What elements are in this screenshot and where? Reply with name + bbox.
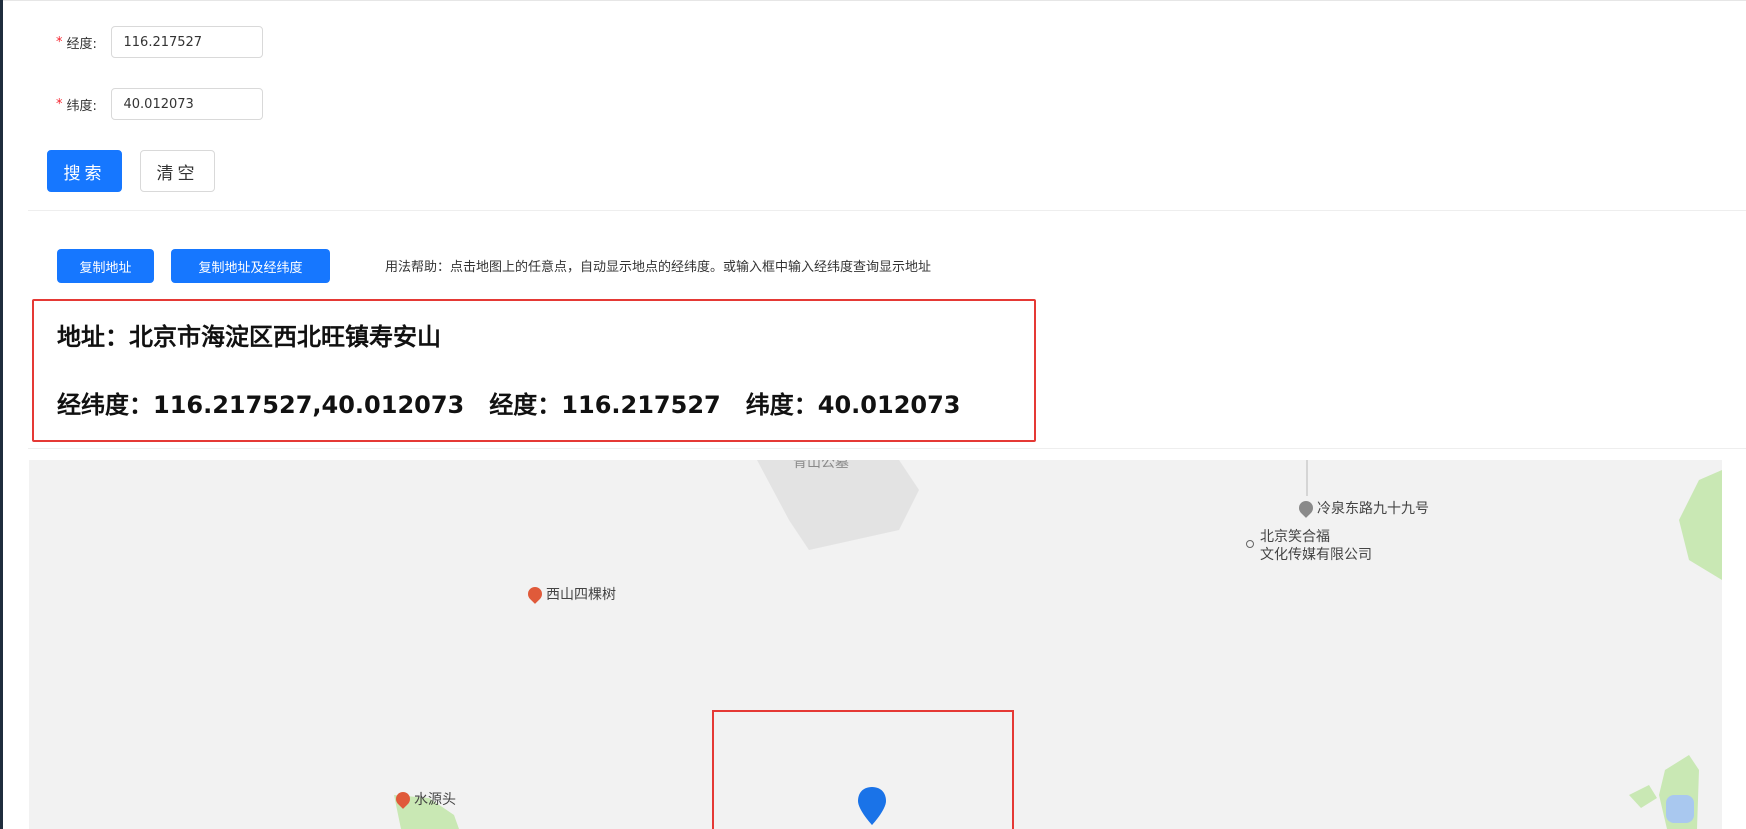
address-line: 地址：北京市海淀区西北旺镇寿安山 [57, 323, 441, 351]
cemetery-area [757, 460, 919, 550]
poi-spring[interactable]: 水源头 [393, 789, 456, 809]
poi-company[interactable]: 北京笑合福 文化传媒有限公司 [1246, 528, 1372, 564]
poi-company-line1: 北京笑合福 [1260, 529, 1330, 545]
coords-line: 经纬度：116.217527,40.012073 经度：116.217527 纬… [57, 391, 961, 419]
map-pin-icon [525, 584, 545, 604]
water-area [1666, 795, 1694, 823]
marker-highlight-box [712, 710, 1014, 829]
park-green-small [1629, 785, 1657, 808]
left-edge-bar [0, 0, 3, 829]
latitude-label: 纬度: [66, 98, 97, 114]
required-asterisk: * [56, 96, 63, 112]
required-asterisk: * [56, 34, 63, 50]
top-divider [3, 0, 1746, 1]
poi-dot-icon [1246, 540, 1254, 548]
clear-button[interactable]: 清空 [140, 150, 215, 192]
longitude-input[interactable] [110, 26, 263, 58]
longitude-form-row: * 经度: [56, 26, 263, 58]
poi-cemetery-label: 青山公墓 [793, 460, 849, 471]
map-pin-icon [393, 789, 413, 809]
park-green-right [1679, 470, 1722, 580]
latitude-input[interactable] [110, 88, 263, 120]
poi-road[interactable]: 冷泉东路九十九号 [1296, 498, 1429, 518]
longitude-label: 经度: [66, 36, 97, 52]
map-canvas[interactable]: 青山公墓 冷泉东路九十九号 北京笑合福 文化传媒有限公司 西山四棵树 水源头 [29, 460, 1722, 829]
poi-road-label: 冷泉东路九十九号 [1317, 501, 1429, 517]
road-line [1306, 460, 1308, 496]
poi-tree-label: 西山四棵树 [546, 587, 616, 603]
poi-company-line2: 文化传媒有限公司 [1260, 547, 1372, 563]
poi-spring-label: 水源头 [414, 792, 456, 808]
copy-address-coords-button[interactable]: 复制地址及经纬度 [171, 249, 330, 283]
poi-tree[interactable]: 西山四棵树 [525, 584, 616, 604]
map-pin-icon [1296, 498, 1316, 518]
latitude-form-row: * 纬度: [56, 88, 263, 120]
usage-help-text: 用法帮助：点击地图上的任意点，自动显示地点的经纬度。或输入框中输入经纬度查询显示… [385, 260, 932, 275]
search-button[interactable]: 搜索 [47, 150, 122, 192]
poi-cemetery: 青山公墓 [793, 460, 849, 472]
copy-address-button[interactable]: 复制地址 [57, 249, 154, 283]
